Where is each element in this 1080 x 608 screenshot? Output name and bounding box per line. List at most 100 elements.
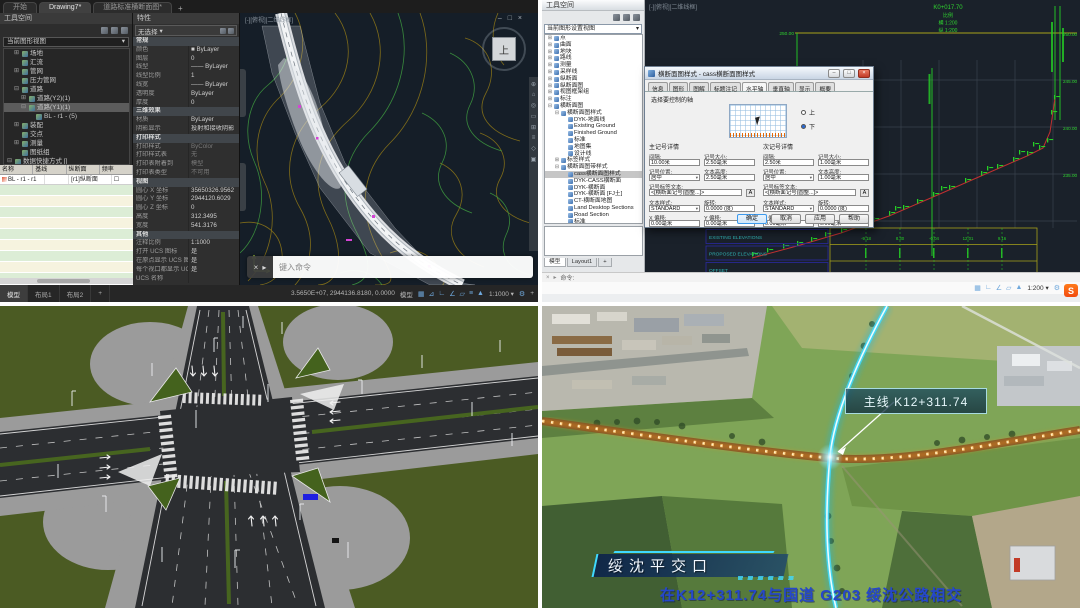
expand-icon[interactable]: ⊞ <box>547 69 553 76</box>
tree-item[interactable]: ⊞ 曲面 <box>545 42 642 49</box>
property-row[interactable]: 厚度 0 <box>133 99 239 108</box>
x-offset-input[interactable]: 0.00毫米 <box>649 220 700 227</box>
property-row[interactable]: 宽度 541.3176 <box>133 222 239 231</box>
toolspace-icon[interactable] <box>613 14 620 21</box>
expand-icon[interactable]: ⊞ <box>13 121 20 130</box>
tree-item[interactable]: ⊞ 管网 <box>4 67 129 76</box>
dialog-tab[interactable]: 图解 <box>689 82 709 91</box>
tree-item[interactable]: BL - r1 - (5) <box>4 112 129 121</box>
dialog-title-bar[interactable]: 横断面图样式 - cass横断面图样式 – □ × <box>645 67 873 80</box>
property-row[interactable]: 材质 ByLayer <box>133 116 239 125</box>
property-value[interactable]: ByLayer <box>188 116 239 125</box>
property-row[interactable]: 高度 312.3495 <box>133 213 239 222</box>
text-height-input[interactable]: 1.00毫米 <box>818 174 869 181</box>
tree-item[interactable]: Road Section <box>545 212 642 219</box>
tree-item[interactable]: ⊟ 数据快捷方式 [] <box>4 157 129 165</box>
expand-icon[interactable]: ⊞ <box>13 49 20 58</box>
property-value[interactable]: 35650326.9562 <box>188 187 239 196</box>
prospector-tree[interactable]: ⊞ 场地 汇流 ⊞ 管网 压力管网 ⊟ <box>3 48 130 165</box>
status-icon[interactable]: ▦ <box>974 284 981 292</box>
command-line[interactable]: × ▸ 命令: <box>542 272 1080 282</box>
status-icon[interactable]: ▲ <box>1015 284 1022 292</box>
tick-justification-select[interactable]: 居中 <box>763 174 814 181</box>
layer-icon[interactable]: ◇ <box>531 145 536 152</box>
property-row[interactable]: 每个视口都显示 UCS 图标 是 <box>133 266 239 275</box>
tick-size-input[interactable]: 1.00毫米 <box>818 159 869 166</box>
property-row[interactable]: 视图 <box>133 178 239 187</box>
steering-wheel-icon[interactable]: ⊞ <box>531 124 536 131</box>
customization-plus-icon[interactable]: + <box>530 290 534 297</box>
property-row[interactable]: 打印样式 <box>133 134 239 143</box>
property-value[interactable]: 是 <box>188 266 239 275</box>
drawing-canvas[interactable]: [-][俯视][二维线框] – □ × 上 ⊕ ⌂ ◎ ▭ ⊞ ≡ ◇ ▣ × … <box>240 13 538 285</box>
zoom-icon[interactable]: ▭ <box>531 113 537 120</box>
property-row[interactable]: 打印表类型 不可用 <box>133 169 239 178</box>
settings-view-dropdown[interactable]: 当前图形设置视图▾ <box>544 24 642 34</box>
tree-item[interactable]: DYK-CASS横断面 <box>545 178 642 185</box>
property-row[interactable]: 圆心 Z 坐标 0 <box>133 204 239 213</box>
close-button[interactable]: × <box>858 69 870 78</box>
tree-item[interactable]: ⊟ 横断面图带样式 <box>545 164 642 171</box>
status-icon[interactable]: ≡ <box>469 290 473 298</box>
expand-icon[interactable]: ⊞ <box>13 139 20 148</box>
tree-item[interactable]: 图纸组 <box>4 148 129 157</box>
viewport-controls-label[interactable]: [-][俯视][二维线框] <box>649 2 697 11</box>
property-row[interactable]: 在原点显示 UCS 图标 是 <box>133 257 239 266</box>
property-value[interactable]: 投射和接收阴影 <box>188 125 239 134</box>
dialog-tab[interactable]: 图形 <box>669 82 689 91</box>
layout-tab[interactable]: 布局1 <box>28 285 60 302</box>
tree-item[interactable]: Existing Ground <box>545 123 642 130</box>
gear-icon[interactable]: ⚙ <box>519 290 525 298</box>
dialog-button[interactable]: 确定 <box>737 214 767 224</box>
column-header[interactable]: 名称 <box>0 165 33 174</box>
status-icon[interactable]: ▲ <box>477 290 484 298</box>
tree-item[interactable]: 标准 <box>545 219 642 224</box>
property-value[interactable]: 2944120.6029 <box>188 195 239 204</box>
text-style-select[interactable]: STANDARD <box>649 205 700 212</box>
active-drawing-view-dropdown[interactable]: 当前图形视图▾ <box>3 37 129 47</box>
tree-item[interactable]: 地图集 <box>545 144 642 151</box>
property-value[interactable]: ByLayer <box>188 90 239 99</box>
tree-item[interactable]: 标准 <box>545 137 642 144</box>
customize-icon[interactable]: ▸ <box>554 274 557 281</box>
toggle-pickadd-icon[interactable] <box>228 28 234 34</box>
annotation-scale-dropdown[interactable]: 1:1000 ▾ <box>489 290 514 298</box>
text-height-input[interactable]: 2.50毫米 <box>704 174 755 181</box>
property-value[interactable]: 是 <box>188 248 239 257</box>
property-row[interactable]: 打印样式表 无 <box>133 151 239 160</box>
settings-tree[interactable]: ⊞ 点 ⊞ 曲面 ⊞ 地块 ⊞ 路线 ⊞ <box>544 34 643 224</box>
viewcube[interactable]: 上 <box>482 27 526 71</box>
expand-icon[interactable]: ⊞ <box>13 67 20 76</box>
expand-icon[interactable]: ⊟ <box>554 164 560 171</box>
home-icon[interactable]: ⌂ <box>532 92 536 98</box>
property-value[interactable]: 无 <box>188 151 239 160</box>
status-icon[interactable]: ▦ <box>418 290 425 298</box>
layout-tab[interactable]: 布局2 <box>60 285 92 302</box>
property-row[interactable]: 其他 <box>133 231 239 240</box>
column-header[interactable]: 频率 <box>100 165 133 174</box>
column-header[interactable]: 基线 <box>33 165 66 174</box>
property-value[interactable]: 是 <box>188 257 239 266</box>
expand-icon[interactable]: ⊟ <box>6 157 13 165</box>
tree-item[interactable]: cass横断面图样式 <box>545 171 642 178</box>
property-row[interactable]: 线宽 —— ByLayer <box>133 81 239 90</box>
quick-select-icon[interactable] <box>220 28 226 34</box>
property-value[interactable]: 541.3176 <box>188 222 239 231</box>
property-row[interactable]: 注释比例 1:1000 <box>133 239 239 248</box>
expand-icon[interactable]: ⊞ <box>547 35 553 42</box>
tree-item[interactable]: Land Desktop Sections <box>545 205 642 212</box>
toolspace-icon[interactable] <box>111 27 118 34</box>
drawing-tab[interactable]: 开始 <box>3 2 37 13</box>
viewcube-top-face[interactable]: 上 <box>492 37 516 61</box>
property-value[interactable]: 不可用 <box>188 169 239 178</box>
property-value[interactable]: ■ ByLayer <box>188 46 239 55</box>
expand-icon[interactable]: ⊟ <box>554 110 560 117</box>
maximize-button[interactable]: □ <box>843 69 855 78</box>
property-value[interactable]: 1 <box>188 72 239 81</box>
tree-item[interactable]: ⊟ 道路(Y1)(1) <box>4 103 129 112</box>
property-row[interactable]: 打印表附着到 模型 <box>133 160 239 169</box>
close-icon[interactable]: × <box>254 263 259 272</box>
layout-tab[interactable]: Layout1 <box>567 258 598 267</box>
ime-logo[interactable]: S <box>1064 284 1078 297</box>
interval-input[interactable]: 10.00米 <box>649 159 700 166</box>
